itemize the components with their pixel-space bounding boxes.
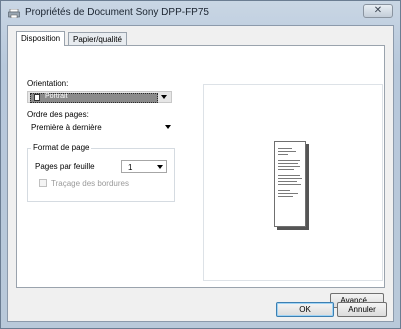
tab-disposition-label: Disposition — [21, 34, 61, 43]
preview-line — [278, 169, 294, 170]
dialog-window: Propriétés de Document Sony DPP-FP75 ✕ D… — [0, 0, 401, 329]
borders-label: Traçage des bordures — [51, 179, 129, 188]
orientation-value: Portrait — [45, 93, 68, 100]
title-bar[interactable]: Propriétés de Document Sony DPP-FP75 ✕ — [1, 1, 400, 25]
orientation-select[interactable]: Portrait — [27, 91, 172, 103]
tab-disposition[interactable]: Disposition — [16, 31, 66, 46]
pages-per-sheet-select[interactable]: 1 — [121, 160, 167, 173]
tab-paper-quality[interactable]: Papier/qualité — [68, 32, 127, 46]
pages-per-sheet-value: 1 — [128, 163, 133, 172]
printer-icon — [8, 9, 20, 18]
portrait-page-icon — [34, 94, 40, 101]
disposition-panel: Orientation: Portrait Ordre des pages: P… — [16, 45, 385, 308]
preview-line — [278, 175, 300, 176]
preview-line — [278, 190, 290, 191]
pps-arrow-wrap — [156, 161, 166, 172]
cancel-button[interactable]: Annuler — [337, 302, 387, 317]
preview-line — [278, 178, 302, 179]
preview-line — [278, 184, 301, 185]
chevron-down-icon — [161, 95, 167, 99]
orientation-selected-item: Portrait — [30, 93, 158, 103]
orientation-label: Orientation: — [27, 79, 69, 88]
borders-checkbox[interactable] — [39, 179, 47, 187]
chevron-down-icon — [157, 165, 163, 169]
page-order-select[interactable]: Première à dernière — [27, 122, 175, 134]
page-order-label: Ordre des pages: — [27, 110, 89, 119]
preview-line — [278, 154, 288, 155]
preview-line — [278, 163, 298, 164]
dialog-client: Disposition Papier/qualité Orientation: … — [7, 25, 394, 322]
preview-line — [278, 151, 296, 152]
page-order-value: Première à dernière — [31, 123, 102, 132]
pages-per-sheet-label: Pages par feuille — [35, 162, 95, 171]
preview-line — [278, 148, 292, 149]
ok-button[interactable]: OK — [276, 302, 334, 317]
preview-line — [278, 193, 298, 194]
window-title: Propriétés de Document Sony DPP-FP75 — [25, 7, 209, 18]
close-icon: ✕ — [373, 5, 383, 16]
page-format-group — [27, 148, 175, 202]
layout-preview — [203, 84, 383, 281]
close-button[interactable]: ✕ — [363, 4, 393, 18]
page-preview-icon — [274, 141, 306, 227]
preview-line — [278, 196, 293, 197]
preview-line — [278, 160, 300, 161]
tab-paper-quality-label: Papier/qualité — [73, 35, 122, 44]
preview-line — [278, 166, 300, 167]
chevron-down-icon — [165, 125, 171, 129]
preview-line — [278, 181, 297, 182]
page-format-title: Format de page — [31, 143, 92, 152]
